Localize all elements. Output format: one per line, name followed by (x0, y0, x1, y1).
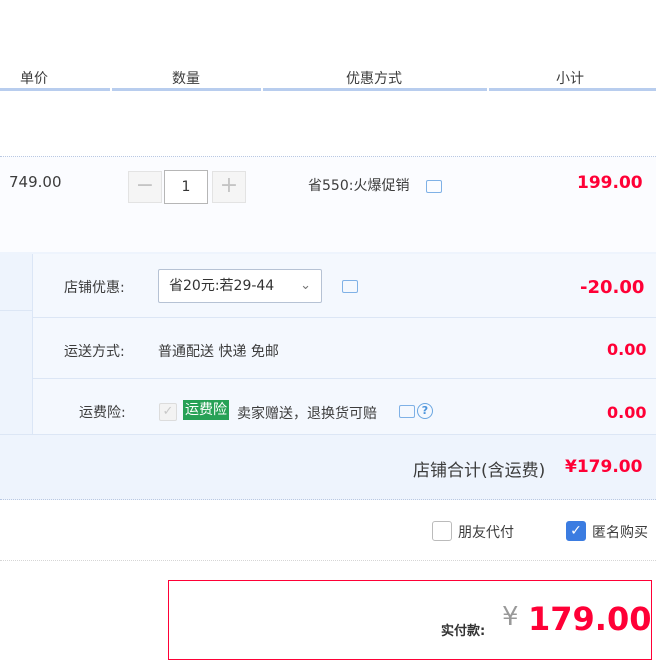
col-promotion: 优惠方式 (346, 71, 402, 87)
shop-discount-label: 店铺优惠: (64, 280, 125, 296)
insurance-desc: 卖家赠送，退换货可赔 (237, 406, 377, 422)
insurance-checkbox: ✓ (159, 403, 177, 421)
quantity-minus-button[interactable]: − (128, 171, 162, 203)
friend-pay-label[interactable]: 朋友代付 (458, 522, 514, 542)
divider (0, 434, 656, 435)
item-subtotal: 199.00 (577, 173, 643, 193)
payment-label: 实付款: (441, 624, 486, 639)
shop-discount-value: 省20元:若29-44 (169, 278, 275, 294)
payment-amount: 179.00 (528, 600, 652, 638)
insurance-badge: 运费险 (183, 400, 229, 420)
payment-currency: ¥ (502, 602, 519, 632)
shipping-label: 运送方式: (64, 344, 125, 360)
divider (0, 499, 656, 501)
col-quantity: 数量 (172, 71, 200, 87)
shipping-method: 普通配送 快递 免邮 (158, 344, 279, 360)
chevron-down-icon: ⌄ (300, 278, 311, 293)
divider (0, 560, 656, 562)
divider (33, 317, 656, 318)
col-subtotal: 小计 (556, 71, 584, 87)
shop-total-label: 店铺合计(含运费) (413, 461, 546, 481)
divider (33, 378, 656, 379)
col-unit-price: 单价 (20, 71, 48, 87)
unit-price: 749.00 (9, 173, 62, 191)
anonymous-label[interactable]: 匿名购买 (592, 522, 648, 542)
message-icon[interactable] (342, 280, 358, 293)
quantity-plus-button[interactable]: + (212, 171, 246, 203)
header-divider (263, 88, 487, 91)
message-icon[interactable] (399, 405, 415, 418)
header-divider (489, 88, 656, 91)
shop-discount-select[interactable]: 省20元:若29-44 ⌄ (158, 269, 322, 303)
header-divider (0, 88, 110, 91)
help-icon[interactable]: ? (417, 403, 433, 419)
shop-total-amount: ¥179.00 (565, 457, 643, 477)
friend-pay-checkbox[interactable] (432, 521, 452, 541)
insurance-amount: 0.00 (607, 403, 647, 422)
shop-discount-amount: -20.00 (580, 277, 645, 298)
divider (0, 310, 32, 311)
header-divider (112, 88, 261, 91)
item-promotion: 省550:火爆促销 (308, 178, 410, 194)
item-row (0, 156, 656, 254)
shipping-amount: 0.00 (607, 340, 647, 359)
anonymous-checkbox[interactable]: ✓ (566, 521, 586, 541)
insurance-label: 运费险: (79, 405, 126, 421)
quantity-input[interactable]: 1 (164, 170, 208, 204)
message-icon[interactable] (426, 180, 442, 193)
